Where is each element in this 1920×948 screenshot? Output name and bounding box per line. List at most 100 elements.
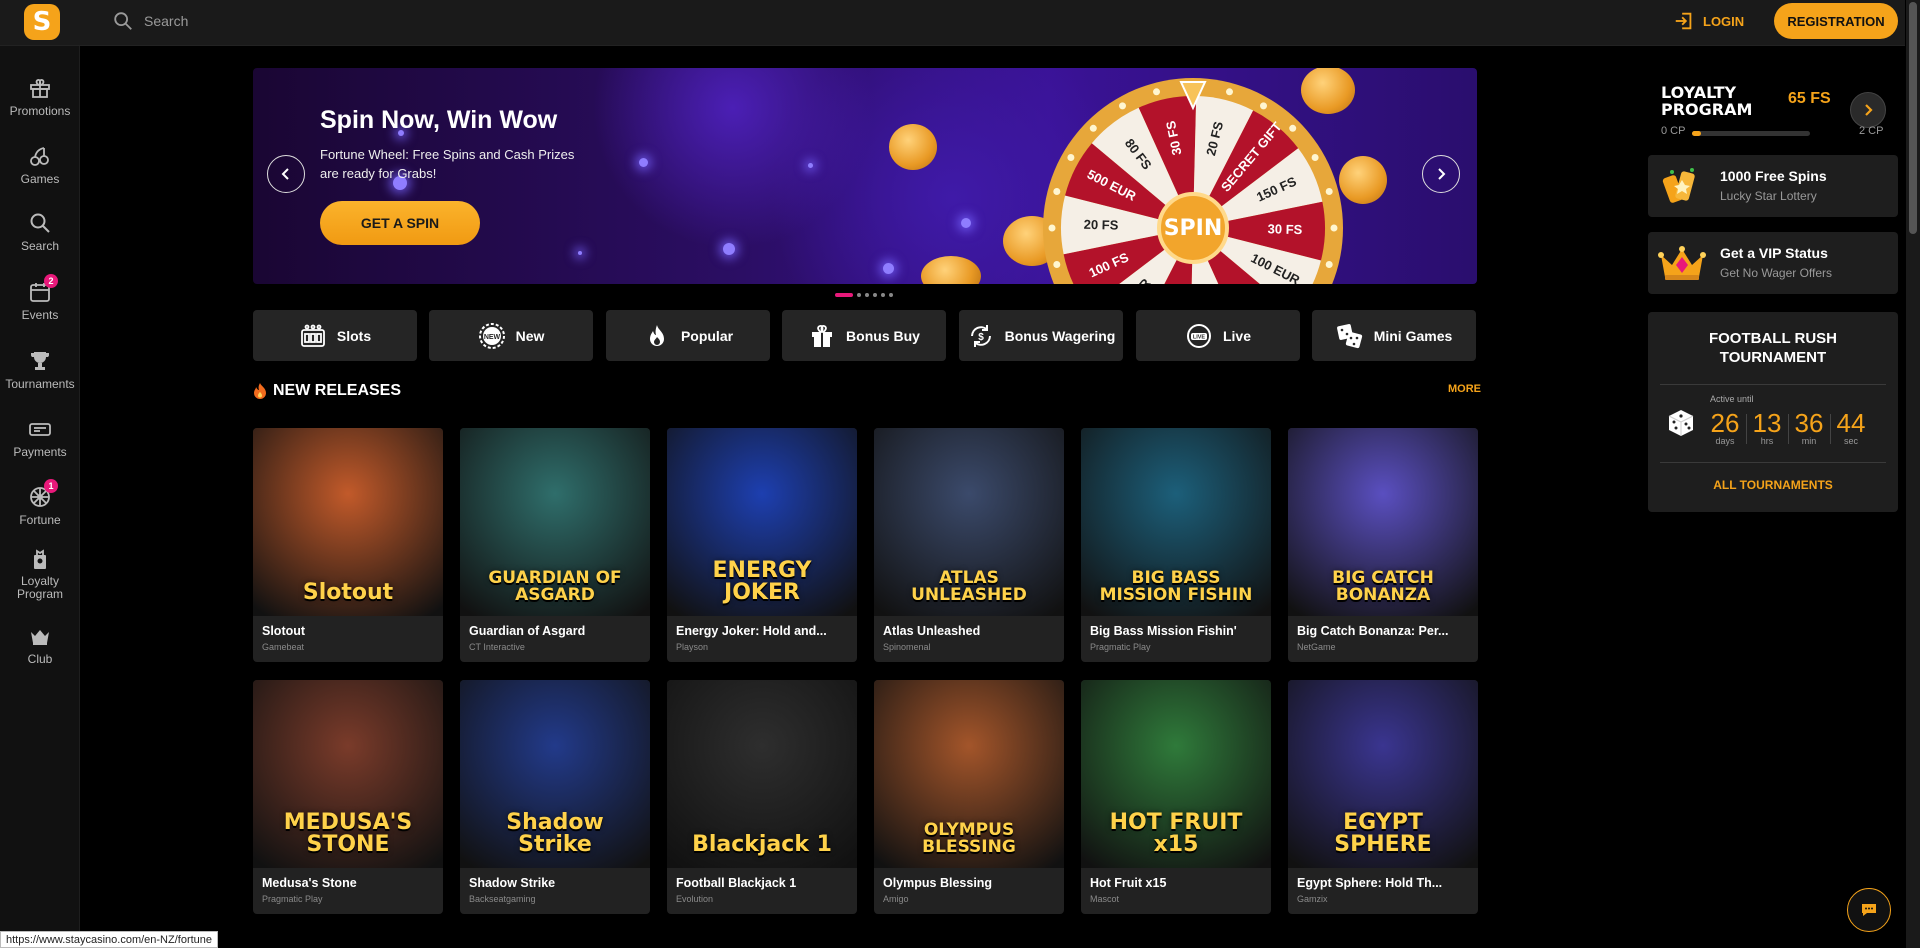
game-thumbnail: HOT FRUIT x15: [1081, 680, 1271, 868]
game-card[interactable]: OLYMPUS BLESSING Olympus Blessing Amigo: [874, 680, 1064, 914]
game-card[interactable]: Shadow Strike Shadow Strike Backseatgaming: [460, 680, 650, 914]
fortune-wheel-graphic: 30 FS20 FSSECRET GIFT150 FS30 FS100 EUR2…: [1043, 78, 1343, 284]
pagination-dot[interactable]: [865, 293, 869, 297]
pagination-dot[interactable]: [889, 293, 893, 297]
sidebar-item-label: Loyalty Program: [16, 574, 63, 601]
game-title: Big Bass Mission Fishin': [1090, 624, 1237, 638]
sidebar-item-label: Tournaments: [5, 377, 75, 391]
game-logo-art: HOT FRUIT x15: [1109, 810, 1243, 857]
game-logo-art: OLYMPUS BLESSING: [922, 820, 1016, 857]
wheel-bulb: [1089, 124, 1097, 132]
chevron-left-icon: [281, 168, 289, 180]
loyalty-next-button[interactable]: [1850, 92, 1886, 128]
category-slots[interactable]: Slots: [253, 310, 417, 361]
login-label: LOGIN: [1703, 13, 1745, 29]
chat-button[interactable]: [1847, 888, 1891, 932]
sidebar-item-promotions[interactable]: Promotions: [0, 76, 80, 118]
star-decoration: [961, 218, 971, 228]
wheel-bulb: [1153, 88, 1161, 96]
game-card[interactable]: HOT FRUIT x15 Hot Fruit x15 Mascot: [1081, 680, 1271, 914]
wheel-segment-label: 30 FS: [1267, 221, 1302, 237]
category-popular[interactable]: Popular: [606, 310, 770, 361]
game-title: Shadow Strike: [469, 876, 556, 890]
sidebar-item-payments[interactable]: Payments: [0, 417, 80, 459]
search-icon[interactable]: [112, 10, 134, 32]
more-link[interactable]: MORE: [1448, 383, 1481, 395]
game-thumbnail: OLYMPUS BLESSING: [874, 680, 1064, 868]
game-logo-art: MEDUSA'S STONE: [283, 810, 413, 857]
registration-button[interactable]: REGISTRATION: [1774, 3, 1898, 39]
promo-title: Get a VIP Status: [1720, 245, 1828, 261]
wheel-bulb: [1225, 88, 1233, 96]
game-card[interactable]: EGYPT SPHERE Egypt Sphere: Hold Th... Gamz…: [1288, 680, 1478, 914]
game-card[interactable]: GUARDIAN OF ASGARD Guardian of Asgard CT I…: [460, 428, 650, 662]
game-card[interactable]: MEDUSA'S STONE Medusa's Stone Pragmatic Pl…: [253, 680, 443, 914]
game-thumbnail: ATLAS UNLEASHED: [874, 428, 1064, 616]
fortune-wheel: 30 FS20 FSSECRET GIFT150 FS30 FS100 EUR2…: [1043, 68, 1343, 284]
game-thumbnail: BIG CATCH BONANZA: [1288, 428, 1478, 616]
category-bonus-wagering[interactable]: $ Bonus Wagering: [959, 310, 1123, 361]
game-card[interactable]: BIG CATCH BONANZA Big Catch Bonanza: Per.…: [1288, 428, 1478, 662]
events-badge: 2: [44, 274, 58, 288]
sidebar-item-tournaments[interactable]: Tournaments: [0, 349, 80, 391]
logo[interactable]: S: [24, 4, 60, 40]
live-icon: LIVE: [1186, 323, 1211, 348]
promo-vip-status[interactable]: Get a VIP Status Get No Wager Offers: [1648, 232, 1898, 294]
sidebar-item-label: Fortune: [19, 513, 61, 527]
wheel-bulb: [1260, 102, 1267, 110]
header-search: [112, 10, 444, 32]
wheel-bulb: [1289, 124, 1297, 132]
banner-next-button[interactable]: [1422, 155, 1460, 193]
search-input[interactable]: [144, 13, 444, 29]
all-tournaments-link[interactable]: ALL TOURNAMENTS: [1648, 478, 1898, 492]
sidebar-item-fortune[interactable]: 1 Fortune: [0, 479, 80, 527]
game-provider: Backseatgaming: [469, 894, 536, 904]
divider: [1660, 462, 1886, 463]
game-provider: NetGame: [1297, 642, 1336, 652]
promo-banner[interactable]: Spin Now, Win Wow Fortune Wheel: Free Sp…: [253, 68, 1477, 284]
pagination-dot[interactable]: [857, 293, 861, 297]
wheel-bulb: [1053, 188, 1061, 196]
game-card[interactable]: ATLAS UNLEASHED Atlas Unleashed Spinomenal: [874, 428, 1064, 662]
game-card[interactable]: BIG BASS MISSION FISHIN Big Bass Mission …: [1081, 428, 1271, 662]
game-card[interactable]: Slotout Slotout Gamebeat: [253, 428, 443, 662]
sidebar-item-events[interactable]: 2 Events: [0, 274, 80, 322]
loyalty-cp-end: 2 CP: [1859, 125, 1884, 137]
game-thumbnail: GUARDIAN OF ASGARD: [460, 428, 650, 616]
wheel-segment-label: 20 FS: [1084, 217, 1119, 233]
game-title: Slotout: [262, 624, 306, 638]
game-card[interactable]: ENERGY JOKER Energy Joker: Hold and... Pla…: [667, 428, 857, 662]
sidebar-item-club[interactable]: Club: [0, 624, 80, 666]
sidebar-item-search[interactable]: Search: [0, 211, 80, 253]
banner-prev-button[interactable]: [267, 155, 305, 193]
category-new[interactable]: NEW New: [429, 310, 593, 361]
tournament-active-until: Active until: [1710, 394, 1754, 404]
get-a-spin-button[interactable]: GET A SPIN: [320, 201, 480, 245]
sidebar-item-label: Events: [21, 308, 59, 322]
scrollbar[interactable]: [1906, 0, 1920, 948]
game-title: Energy Joker: Hold and...: [676, 624, 827, 638]
category-label: Mini Games: [1373, 327, 1453, 344]
banner-subtitle: Fortune Wheel: Free Spins and Cash Prize…: [320, 147, 575, 181]
scrollbar-thumb[interactable]: [1909, 2, 1917, 234]
game-card[interactable]: Blackjack 1 Football Blackjack 1 Evolution: [667, 680, 857, 914]
pagination-dot[interactable]: [835, 293, 853, 297]
sidebar-item-loyalty[interactable]: Loyalty Program: [0, 547, 80, 601]
pagination-dot[interactable]: [873, 293, 877, 297]
loyalty-widget: LOYALTY PROGRAM 65 FS 0 CP 2 CP: [1648, 80, 1896, 146]
loyalty-fs: 65 FS: [1788, 90, 1831, 107]
category-label: Bonus Buy: [846, 327, 920, 344]
tournament-title: FOOTBALL RUSH TOURNAMENT: [1708, 330, 1838, 366]
category-label: Live: [1222, 327, 1251, 344]
game-logo-art: Blackjack 1: [692, 832, 832, 857]
wheel-bulb: [1330, 224, 1338, 232]
game-title: Big Catch Bonanza: Per...: [1297, 624, 1449, 638]
promo-free-spins[interactable]: 1000 Free Spins Lucky Star Lottery: [1648, 155, 1898, 217]
sidebar-item-games[interactable]: Games: [0, 144, 80, 186]
category-bonus-buy[interactable]: Bonus Buy: [782, 310, 946, 361]
category-mini-games[interactable]: Mini Games: [1312, 310, 1476, 361]
login-button[interactable]: LOGIN: [1673, 10, 1744, 32]
pagination-dot[interactable]: [881, 293, 885, 297]
category-live[interactable]: LIVE Live: [1136, 310, 1300, 361]
divider: [1746, 414, 1747, 444]
